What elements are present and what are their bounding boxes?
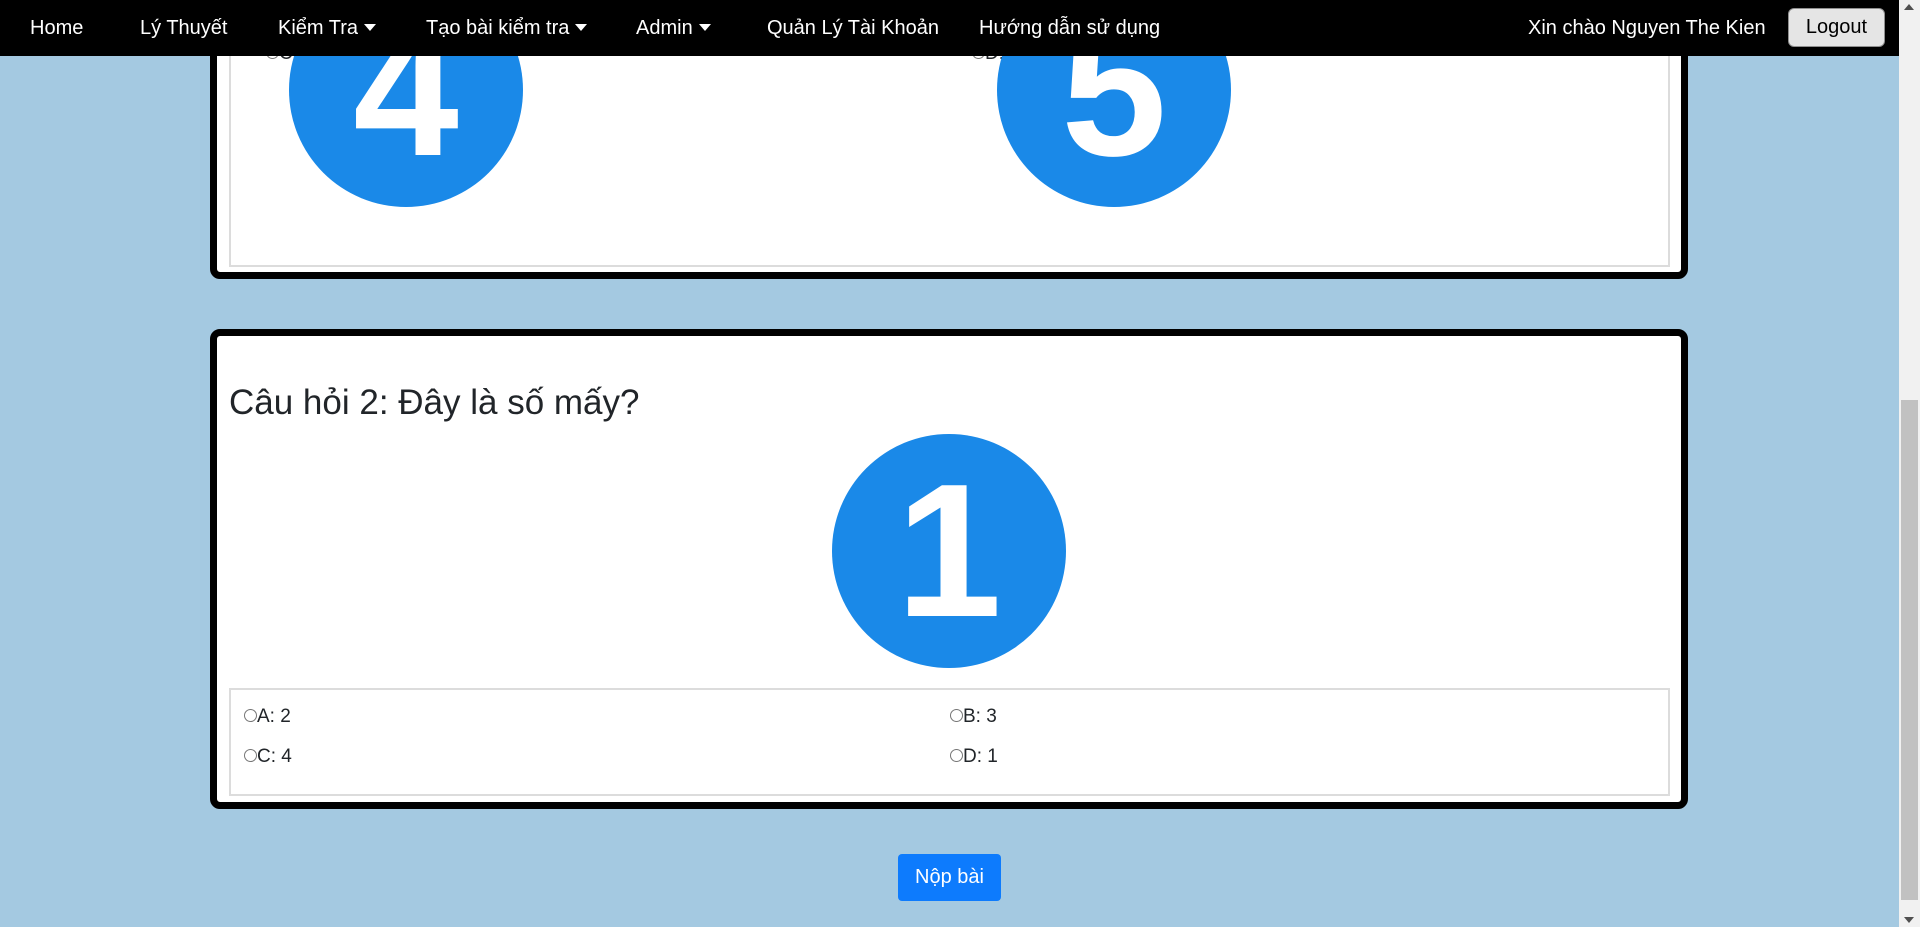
option-b[interactable]: B: 3: [950, 706, 997, 728]
nav-admin-dropdown[interactable]: Admin: [636, 0, 711, 56]
option-d[interactable]: D: 1: [950, 746, 998, 768]
question-card-2: Câu hỏi 2: Đây là số mấy? 1 A: 2 B: 3 C:…: [210, 329, 1688, 809]
nav-home[interactable]: Home: [30, 0, 83, 56]
number-1-image: 1: [832, 434, 1066, 668]
radio-button[interactable]: [950, 709, 963, 722]
submit-button[interactable]: Nộp bài: [898, 854, 1001, 901]
scroll-down-arrow-icon[interactable]: [1904, 917, 1914, 923]
answer-options-2: A: 2 B: 3 C: 4 D: 1: [229, 688, 1670, 796]
option-c[interactable]: C: 4: [244, 746, 292, 768]
nav-ly-thuyet[interactable]: Lý Thuyết: [140, 0, 227, 56]
vertical-scrollbar[interactable]: [1899, 0, 1920, 927]
top-navbar: Home Lý Thuyết Kiểm Tra Tạo bài kiểm tra…: [0, 0, 1899, 56]
scroll-thumb[interactable]: [1901, 400, 1918, 900]
caret-down-icon: [698, 24, 711, 32]
logout-button[interactable]: Logout: [1788, 8, 1885, 47]
question-title: Câu hỏi 2: Đây là số mấy?: [229, 383, 640, 422]
radio-button[interactable]: [244, 709, 257, 722]
user-greeting: Xin chào Nguyen The Kien: [1528, 17, 1766, 39]
caret-down-icon: [575, 24, 588, 32]
caret-down-icon: [364, 24, 377, 32]
scroll-up-arrow-icon[interactable]: [1904, 4, 1914, 10]
radio-button[interactable]: [950, 749, 963, 762]
nav-quan-ly-tai-khoan[interactable]: Quản Lý Tài Khoản: [767, 0, 939, 56]
nav-kiem-tra-dropdown[interactable]: Kiểm Tra: [278, 0, 377, 56]
radio-button[interactable]: [244, 749, 257, 762]
option-a[interactable]: A: 2: [244, 706, 291, 728]
nav-tao-bai-kiem-tra-dropdown[interactable]: Tạo bài kiểm tra: [426, 0, 588, 56]
nav-huong-dan-su-dung[interactable]: Hướng dẫn sử dụng: [979, 0, 1160, 56]
